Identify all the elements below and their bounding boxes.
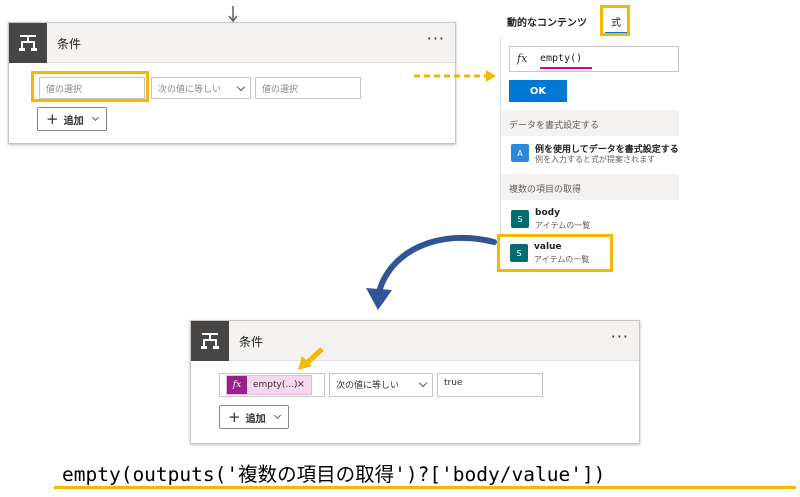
- tab-dynamic-content[interactable]: 動的なコンテンツ: [507, 14, 587, 29]
- fx-icon: fx: [517, 52, 528, 65]
- operator-label: 次の値に等しい: [336, 381, 400, 391]
- expression-underline: [540, 67, 592, 69]
- highlight-value-item: [497, 234, 613, 272]
- more-icon[interactable]: ···: [427, 29, 445, 48]
- value-select-left[interactable]: fx empty(...) ×: [219, 373, 325, 397]
- plus-icon: +: [46, 110, 59, 128]
- dynamic-content-panel: fx empty() OK データを書式設定する A 例を使用してデータを書式設…: [500, 36, 679, 241]
- highlight-value-select: [31, 71, 149, 102]
- expression-input[interactable]: fx empty(): [509, 46, 679, 72]
- card-header[interactable]: 条件 ···: [9, 23, 455, 63]
- condition-icon: [9, 23, 47, 63]
- card-title: 条件: [239, 335, 264, 349]
- curved-arrow-icon: [366, 234, 497, 310]
- value-input-right[interactable]: true: [437, 373, 543, 397]
- fx-icon: fx: [227, 376, 247, 394]
- chevron-down-icon: [91, 113, 99, 122]
- list-item-title: body: [535, 208, 560, 218]
- token-label: empty(...): [253, 380, 298, 390]
- more-icon[interactable]: ···: [611, 327, 629, 346]
- operator-label: 次の値に等しい: [158, 85, 222, 95]
- dashed-arrow-icon: [414, 70, 496, 82]
- value-select-right[interactable]: 値の選択: [255, 77, 361, 99]
- pointer-arrow-icon: [298, 347, 324, 370]
- condition-card-bottom: 条件 ··· fx empty(...) × 次の値に等しい true + 追加: [190, 320, 640, 444]
- operator-dropdown[interactable]: 次の値に等しい: [329, 373, 433, 397]
- expression-caption: empty(outputs('複数の項目の取得')?['body/value']…: [62, 463, 606, 486]
- ok-button[interactable]: OK: [509, 80, 567, 102]
- close-icon[interactable]: ×: [297, 379, 305, 390]
- highlight-expression-tab: [600, 5, 630, 36]
- expression-value: empty(): [540, 53, 583, 64]
- section-get-items: 複数の項目の取得: [501, 174, 679, 200]
- add-label: 追加: [245, 413, 266, 425]
- operator-dropdown[interactable]: 次の値に等しい: [151, 77, 251, 99]
- add-button[interactable]: + 追加: [37, 107, 107, 131]
- flow-arrow-icon: [228, 6, 238, 22]
- card-header[interactable]: 条件 ···: [191, 321, 639, 361]
- sharepoint-icon: S: [511, 210, 529, 228]
- add-label: 追加: [63, 115, 84, 127]
- format-item-subtitle: 例を入力すると式が提案されます: [535, 155, 655, 164]
- chevron-down-icon: [236, 82, 246, 92]
- list-item-body[interactable]: S body アイテムの一覧: [501, 202, 679, 236]
- list-item-subtitle: アイテムの一覧: [535, 221, 591, 230]
- format-data-item[interactable]: A 例を使用してデータを書式設定する 例を入力すると式が提案されます: [501, 136, 679, 172]
- chevron-down-icon: [418, 378, 428, 388]
- chevron-down-icon: [273, 411, 281, 420]
- section-format-data: データを書式設定する: [501, 110, 679, 136]
- condition-icon: [191, 321, 229, 361]
- card-title: 条件: [57, 37, 82, 51]
- format-data-icon: A: [511, 144, 529, 162]
- expression-token[interactable]: fx empty(...) ×: [226, 375, 312, 395]
- add-button[interactable]: + 追加: [219, 405, 289, 429]
- expression-underline: [54, 486, 796, 489]
- plus-icon: +: [228, 408, 241, 426]
